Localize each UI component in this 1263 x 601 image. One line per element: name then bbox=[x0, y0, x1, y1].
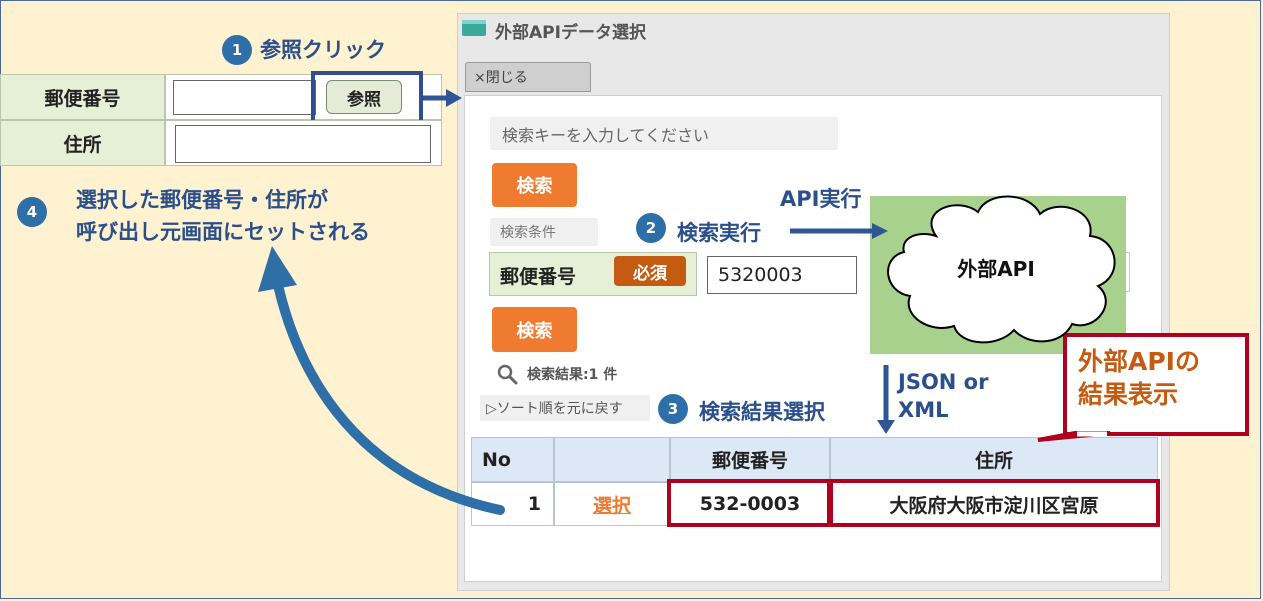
step-3-badge: 3 bbox=[658, 394, 688, 424]
step-4-caption-line2: 呼び出し元画面にセットされる bbox=[76, 220, 370, 244]
external-api-box bbox=[870, 196, 1126, 354]
api-format-line1: JSON or bbox=[898, 370, 989, 394]
step-2-caption: 検索実行 bbox=[677, 221, 761, 245]
caller-address-label: 住所 bbox=[0, 120, 165, 166]
address-result-highlight bbox=[829, 479, 1160, 527]
magnifier-icon bbox=[497, 364, 518, 385]
step-4-badge: 4 bbox=[17, 197, 47, 227]
callout-line2: 結果表示 bbox=[1078, 380, 1179, 409]
step-3-caption: 検索結果選択 bbox=[699, 400, 825, 424]
select-link[interactable]: 選択 bbox=[554, 482, 670, 526]
column-header-no: No bbox=[471, 437, 554, 482]
caller-zip-label: 郵便番号 bbox=[0, 74, 165, 120]
step-1-badge: 1 bbox=[222, 35, 252, 65]
zip-result-highlight bbox=[667, 479, 831, 527]
search-conditions-label: 検索条件 bbox=[490, 218, 598, 246]
caller-zip-input[interactable] bbox=[173, 80, 316, 115]
result-count: 検索結果:1 件 bbox=[527, 367, 618, 383]
api-format-label: JSON or XML bbox=[898, 368, 988, 424]
search-key-input[interactable]: 検索キーを入力してください bbox=[490, 117, 838, 150]
search-button-2[interactable]: 検索 bbox=[492, 307, 577, 352]
condition-zip-input[interactable]: 5320003 bbox=[707, 256, 857, 294]
reference-button-highlight bbox=[311, 71, 423, 125]
step-4-caption-line1: 選択した郵便番号・住所が bbox=[76, 188, 328, 212]
callout-line1: 外部APIの bbox=[1078, 347, 1200, 376]
row-no: 1 bbox=[471, 482, 554, 526]
step-2-badge: 2 bbox=[636, 213, 666, 243]
step-1-caption: 参照クリック bbox=[260, 38, 386, 62]
step-4-caption: 選択した郵便番号・住所が 呼び出し元画面にセットされる bbox=[76, 184, 370, 248]
api-exec-label: API実行 bbox=[780, 187, 862, 211]
dialog-title: 外部APIデータ選択 bbox=[495, 23, 646, 43]
condition-zip-label: 郵便番号 bbox=[500, 266, 577, 288]
sort-reset-link[interactable]: ▷ソート順を元に戻す bbox=[480, 395, 650, 421]
column-header-zip[interactable]: 郵便番号 bbox=[670, 437, 830, 482]
caller-address-input[interactable] bbox=[175, 125, 431, 163]
close-button[interactable]: ×閉じる bbox=[465, 62, 591, 92]
result-callout: 外部APIの 結果表示 bbox=[1063, 333, 1249, 436]
api-format-line2: XML bbox=[898, 398, 949, 422]
required-badge: 必須 bbox=[614, 256, 686, 286]
search-button[interactable]: 検索 bbox=[492, 163, 577, 207]
column-header-select bbox=[554, 437, 670, 482]
window-icon bbox=[462, 20, 486, 36]
column-header-address[interactable]: 住所 bbox=[830, 437, 1158, 482]
